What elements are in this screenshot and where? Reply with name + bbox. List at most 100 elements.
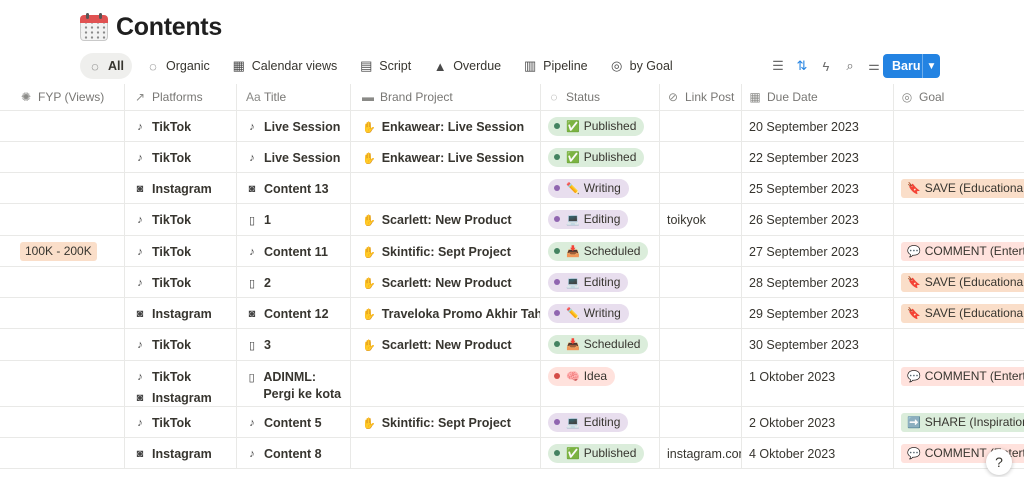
sort-icon[interactable]: ⇅ [790, 54, 814, 78]
cell-status[interactable]: 🧠 Idea [540, 361, 659, 406]
cell-fyp[interactable]: 100K - 200K [0, 236, 124, 266]
cell-link[interactable] [659, 142, 741, 172]
cell-link[interactable]: toikyok [659, 204, 741, 235]
cell-status[interactable]: ✏️ Writing [540, 298, 659, 328]
cell-goal[interactable] [893, 142, 1024, 172]
tab-script[interactable]: ▤ Script [351, 53, 419, 79]
table-row[interactable]: ♪ TikTok ♪ Content 5 ✋ Skintific: Sept Projec… [0, 407, 1024, 438]
cell-goal[interactable] [893, 204, 1024, 235]
cell-platforms[interactable]: ♪ TikTok ◙ Instagram [124, 361, 236, 406]
cell-link[interactable] [659, 329, 741, 360]
cell-due-date[interactable]: 30 September 2023 [741, 329, 893, 360]
cell-platforms[interactable]: ♪ TikTok [124, 407, 236, 437]
cell-link[interactable] [659, 236, 741, 266]
cell-status[interactable]: ✏️ Writing [540, 173, 659, 203]
table-row[interactable]: ◙ Instagram ◙ Content 13 ✏️ Writing 25 Septemb… [0, 173, 1024, 204]
cell-title[interactable]: ▯ 3 [236, 329, 350, 360]
cell-due-date[interactable]: 27 September 2023 [741, 236, 893, 266]
cell-goal[interactable]: 🔖 SAVE (Educational) [893, 298, 1024, 328]
cell-title[interactable]: ▯ 2 [236, 267, 350, 297]
table-row[interactable]: 100K - 200K ♪ TikTok ♪ Content 11 ✋ Skintific:… [0, 236, 1024, 267]
cell-brand[interactable] [350, 173, 540, 203]
cell-title[interactable]: ♪ Live Session [236, 111, 350, 141]
cell-platforms[interactable]: ♪ TikTok [124, 142, 236, 172]
cell-platforms[interactable]: ♪ TikTok [124, 204, 236, 235]
cell-link[interactable] [659, 111, 741, 141]
column-header-goal[interactable]: ◎ Goal [893, 84, 1024, 111]
cell-brand[interactable]: ✋ Scarlett: New Product [350, 329, 540, 360]
cell-link[interactable] [659, 173, 741, 203]
cell-fyp[interactable] [0, 173, 124, 203]
cell-due-date[interactable]: 20 September 2023 [741, 111, 893, 141]
table-row[interactable]: ♪ TikTok ♪ Live Session ✋ Enkawear: Live Sess… [0, 111, 1024, 142]
cell-due-date[interactable]: 4 Oktober 2023 [741, 438, 893, 468]
cell-title[interactable]: ♪ Live Session [236, 142, 350, 172]
cell-goal[interactable]: ➡️SHARE (Inspirationa [893, 407, 1024, 437]
cell-platforms[interactable]: ◙ Instagram [124, 438, 236, 468]
cell-title[interactable]: ♪ Content 5 [236, 407, 350, 437]
cell-status[interactable]: 📥 Scheduled [540, 236, 659, 266]
cell-status[interactable]: ✅ Published [540, 142, 659, 172]
cell-brand[interactable]: ✋ Scarlett: New Product [350, 204, 540, 235]
cell-due-date[interactable]: 26 September 2023 [741, 204, 893, 235]
table-row[interactable]: ♪ TikTok ◙ Instagram ▯ ADINML: Pergi ke kota … [0, 361, 1024, 407]
cell-brand[interactable]: ✋ Skintific: Sept Project [350, 407, 540, 437]
cell-platforms[interactable]: ♪ TikTok [124, 329, 236, 360]
cell-fyp[interactable] [0, 204, 124, 235]
cell-title[interactable]: ♪ Content 8 [236, 438, 350, 468]
cell-fyp[interactable] [0, 142, 124, 172]
cell-brand[interactable]: ✋ Skintific: Sept Project [350, 236, 540, 266]
cell-goal[interactable]: 💬COMMENT (Entertai [893, 361, 1024, 406]
table-row[interactable]: ♪ TikTok ♪ Live Session ✋ Enkawear: Live Sess… [0, 142, 1024, 173]
tab-pipeline[interactable]: ▥ Pipeline [515, 53, 595, 79]
cell-status[interactable]: 💻 Editing [540, 204, 659, 235]
cell-title[interactable]: ▯ 1 [236, 204, 350, 235]
cell-fyp[interactable] [0, 298, 124, 328]
automation-icon[interactable]: ϟ [814, 54, 838, 78]
cell-status[interactable]: ✅ Published [540, 438, 659, 468]
cell-goal[interactable] [893, 329, 1024, 360]
cell-fyp[interactable] [0, 407, 124, 437]
cell-fyp[interactable] [0, 438, 124, 468]
tab-overdue[interactable]: ▲ Overdue [425, 53, 509, 79]
cell-due-date[interactable]: 22 September 2023 [741, 142, 893, 172]
cell-link[interactable] [659, 407, 741, 437]
cell-platforms[interactable]: ♪ TikTok [124, 236, 236, 266]
cell-brand[interactable] [350, 438, 540, 468]
link-post[interactable]: instagram.com [667, 447, 741, 461]
cell-fyp[interactable] [0, 361, 124, 406]
chevron-down-icon[interactable]: ▼ [923, 61, 940, 72]
cell-brand[interactable]: ✋ Traveloka Promo Akhir Tahun [350, 298, 540, 328]
cell-due-date[interactable]: 1 Oktober 2023 [741, 361, 893, 406]
cell-platforms[interactable]: ♪ TikTok [124, 267, 236, 297]
search-icon[interactable]: ⌕ [838, 54, 862, 78]
link-post[interactable]: toikyok [667, 213, 706, 227]
cell-status[interactable]: ✅ Published [540, 111, 659, 141]
cell-brand[interactable]: ✋ Scarlett: New Product [350, 267, 540, 297]
cell-link[interactable]: instagram.com [659, 438, 741, 468]
table-row[interactable]: ♪ TikTok ▯ 2 ✋ Scarlett: New Product 💻 Editing 2… [0, 267, 1024, 298]
tab-calendar-views[interactable]: ▦ Calendar views [224, 53, 345, 79]
cell-due-date[interactable]: 29 September 2023 [741, 298, 893, 328]
cell-brand[interactable] [350, 361, 540, 406]
column-header-link-post[interactable]: ⊘ Link Post [659, 84, 741, 111]
cell-link[interactable] [659, 298, 741, 328]
column-header-title[interactable]: Aa Title [236, 84, 350, 111]
cell-title[interactable]: ◙ Content 13 [236, 173, 350, 203]
column-header-platforms[interactable]: ↗ Platforms [124, 84, 236, 111]
new-button[interactable]: Baru ▼ [883, 54, 940, 78]
table-row[interactable]: ♪ TikTok ▯ 1 ✋ Scarlett: New Product 💻 Editing t… [0, 204, 1024, 236]
cell-goal[interactable] [893, 111, 1024, 141]
tab-by-goal[interactable]: ◎ by Goal [602, 53, 681, 79]
cell-title[interactable]: ◙ Content 12 [236, 298, 350, 328]
cell-goal[interactable]: 💬COMMENT (Entertai [893, 236, 1024, 266]
cell-status[interactable]: 💻 Editing [540, 407, 659, 437]
cell-brand[interactable]: ✋ Enkawear: Live Session [350, 142, 540, 172]
tab-organic[interactable]: ◌ Organic [138, 53, 218, 79]
cell-due-date[interactable]: 28 September 2023 [741, 267, 893, 297]
cell-brand[interactable]: ✋ Enkawear: Live Session [350, 111, 540, 141]
help-button[interactable]: ? [986, 449, 1012, 475]
column-header-brand-project[interactable]: ▬ Brand Project [350, 84, 540, 111]
cell-title[interactable]: ♪ Content 11 [236, 236, 350, 266]
cell-link[interactable] [659, 361, 741, 406]
